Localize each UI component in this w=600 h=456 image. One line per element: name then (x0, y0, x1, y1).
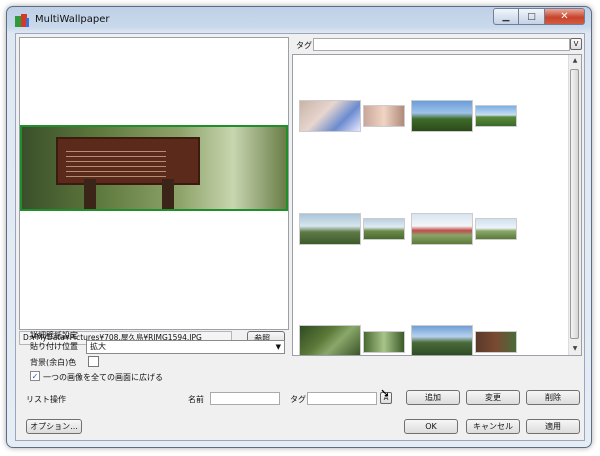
options-button[interactable]: オプション... (26, 419, 82, 434)
thumbnail-baby-2[interactable] (363, 105, 405, 127)
list-ops-label: リスト操作 (26, 395, 66, 404)
thumbnail-field[interactable] (475, 218, 517, 240)
bgcolor-label: 背景(余白)色 (30, 358, 77, 367)
tag-filter-button[interactable]: V (570, 38, 582, 50)
thumbnail-baby[interactable] (299, 100, 361, 132)
caption-buttons: ▁ □ ✕ (493, 8, 585, 26)
change-button[interactable]: 変更 (466, 390, 520, 405)
scroll-up-icon[interactable]: ▲ (569, 55, 581, 67)
span-all-screens-checkbox[interactable]: ✓ (30, 371, 40, 381)
thumbnail-landscape[interactable] (475, 105, 517, 127)
maximize-icon: □ (527, 11, 536, 22)
preview-sign-post (162, 179, 174, 209)
preview-sign-text-shape (66, 147, 166, 177)
add-button[interactable]: 追加 (406, 390, 460, 405)
thumbnail-figure-field[interactable] (411, 100, 473, 132)
apply-button[interactable]: 適用 (526, 419, 580, 434)
tag-filter-label: タグ (296, 41, 312, 50)
maximize-button[interactable]: □ (519, 8, 545, 25)
span-all-screens-label: 一つの画像を全ての画面に広げる (43, 373, 163, 382)
thumbnail-mountain[interactable] (411, 325, 473, 355)
checkmark-icon: ✓ (31, 372, 39, 381)
thumbnail-runner[interactable] (411, 213, 473, 245)
mouse-cursor-icon: ➘ (380, 386, 391, 400)
close-icon: ✕ (560, 11, 569, 22)
thumbnail-forest-2[interactable] (363, 331, 405, 353)
thumbnail-forest[interactable] (299, 325, 361, 355)
preview-sign-shape (56, 137, 200, 185)
close-button[interactable]: ✕ (545, 8, 585, 25)
scroll-down-icon[interactable]: ▼ (569, 343, 581, 355)
thumbnail-soldier[interactable] (299, 213, 361, 245)
thumbnail-list[interactable]: ▲ ▼ (292, 54, 582, 356)
thumbnail-scrollbar[interactable]: ▲ ▼ (568, 55, 581, 355)
scroll-thumb[interactable] (570, 69, 579, 339)
app-window: MultiWallpaper ▁ □ ✕ D:¥MyData¥Pictures¥… (6, 6, 592, 448)
ok-button[interactable]: OK (404, 419, 458, 434)
detail-settings-label: 詳細壁紙設定 (30, 331, 78, 340)
position-select[interactable]: 拡大 ▼ (86, 340, 285, 354)
app-icon (15, 14, 29, 27)
chevron-down-icon: ▼ (275, 343, 281, 351)
tag-input[interactable] (307, 392, 377, 405)
minimize-button[interactable]: ▁ (493, 8, 519, 25)
delete-button[interactable]: 削除 (526, 390, 580, 405)
cancel-button[interactable]: キャンセル (466, 419, 520, 434)
position-select-value: 拡大 (90, 342, 106, 351)
name-input[interactable] (210, 392, 280, 405)
position-label: 貼り付け位置 (30, 342, 78, 351)
thumbnail-sign[interactable] (475, 331, 517, 353)
tag-input-label: タグ (290, 395, 306, 404)
preview-sign-post (84, 179, 96, 209)
name-label: 名前 (188, 395, 204, 404)
thumbnail-soldier-2[interactable] (363, 218, 405, 240)
tag-filter-input[interactable] (313, 38, 570, 51)
title-bar[interactable]: MultiWallpaper ▁ □ ✕ (7, 7, 591, 33)
bgcolor-swatch[interactable] (88, 356, 99, 367)
wallpaper-preview-image (20, 125, 288, 211)
window-title: MultiWallpaper (35, 14, 110, 25)
preview-pane (19, 37, 289, 330)
client-area: D:¥MyData¥Pictures¥708.屋久島¥RIMG1594.JPG … (15, 33, 585, 441)
minimize-icon: ▁ (502, 11, 510, 22)
